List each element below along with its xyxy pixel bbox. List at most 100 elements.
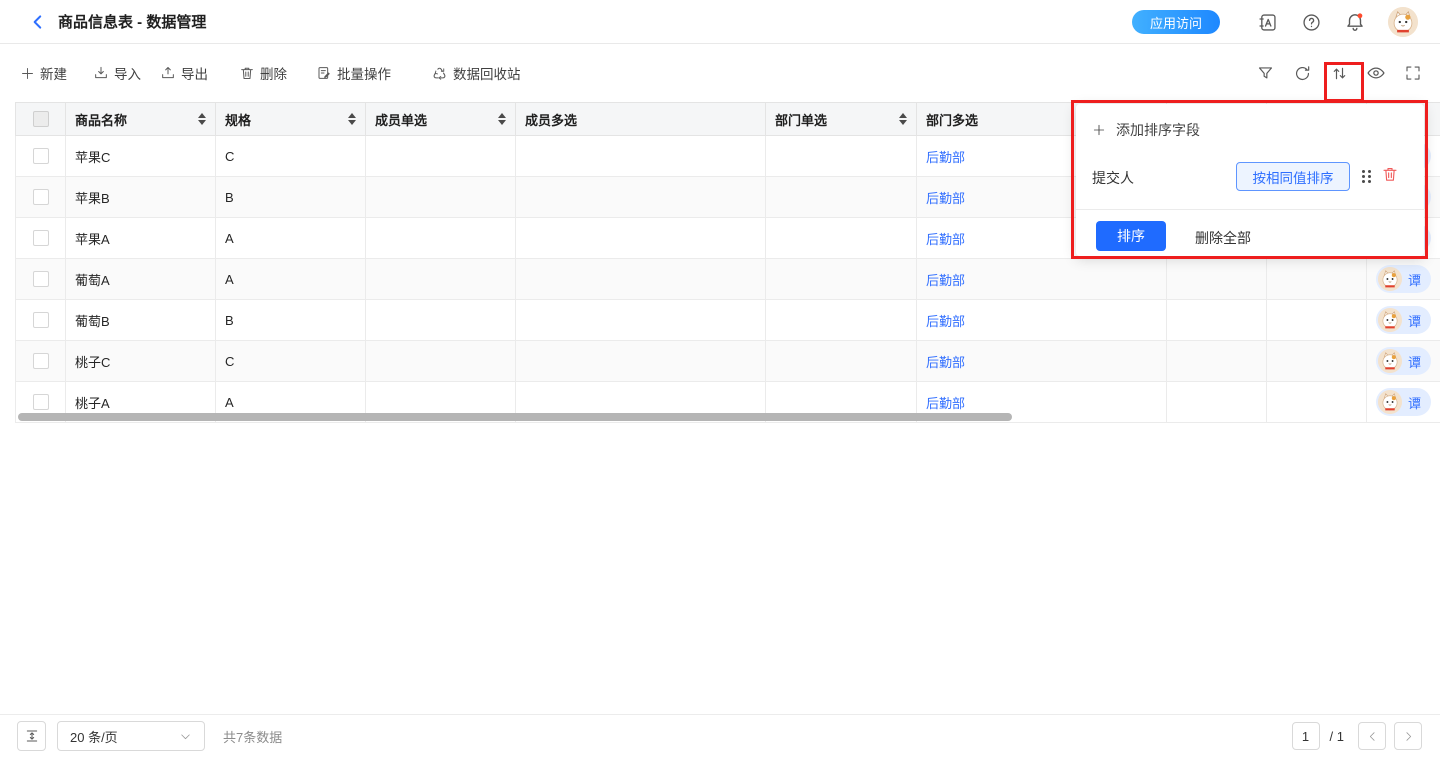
column-header-member_single[interactable]: 成员单选	[366, 103, 516, 135]
submitter-chip[interactable]: 谭	[1376, 347, 1431, 375]
dept-link[interactable]: 后勤部	[926, 147, 965, 166]
sort-caret-icon[interactable]	[899, 113, 907, 125]
cell-col8	[1167, 300, 1267, 340]
row-checkbox[interactable]	[33, 312, 49, 328]
cell-col9	[1267, 300, 1367, 340]
cell-product-name: 葡萄B	[75, 311, 110, 330]
cell-member_single	[366, 218, 516, 258]
cell-member_single	[366, 300, 516, 340]
app-access-button[interactable]: 应用访问	[1132, 10, 1220, 34]
submitter-name: 谭	[1408, 311, 1421, 330]
drag-handle-icon[interactable]	[1362, 170, 1371, 183]
chevron-left-icon	[1366, 730, 1379, 743]
remove-sort-field-button[interactable]	[1381, 165, 1401, 185]
dept-link[interactable]: 后勤部	[926, 270, 965, 289]
recycle-bin-button[interactable]: 数据回收站	[431, 63, 521, 83]
next-page-button[interactable]	[1394, 722, 1422, 750]
visibility-button[interactable]	[1366, 63, 1386, 83]
row-checkbox[interactable]	[33, 353, 49, 369]
cell-checkbox	[16, 259, 66, 299]
row-height-icon	[24, 728, 40, 744]
cell-spec: A	[216, 218, 366, 258]
batch-ops-button[interactable]: 批量操作	[316, 63, 391, 83]
contacts-icon[interactable]	[1256, 11, 1278, 33]
sort-button[interactable]	[1329, 63, 1349, 83]
app-screen: 商品信息表 - 数据管理 应用访问 新建 导入	[0, 0, 1440, 757]
same-value-sort-button[interactable]: 按相同值排序	[1236, 162, 1350, 191]
page-number-input[interactable]	[1292, 722, 1320, 750]
column-header-name[interactable]: 商品名称	[66, 103, 216, 135]
filter-icon	[1256, 64, 1275, 83]
table-row[interactable]: 葡萄AA后勤部谭	[15, 259, 1440, 300]
cell-checkbox	[16, 341, 66, 381]
cell-dept_single	[766, 177, 917, 217]
refresh-button[interactable]	[1292, 63, 1312, 83]
cell-dept_single	[766, 300, 917, 340]
sort-caret-icon[interactable]	[498, 113, 506, 125]
apply-sort-button[interactable]: 排序	[1096, 221, 1166, 251]
trash-icon	[1381, 165, 1399, 183]
import-button[interactable]: 导入	[93, 63, 141, 83]
submitter-chip[interactable]: 谭	[1376, 388, 1431, 416]
cell-dept_multi: 后勤部	[917, 300, 1167, 340]
select-all-checkbox[interactable]	[33, 111, 49, 127]
topbar-right: 应用访问	[1132, 0, 1418, 44]
table-row[interactable]: 桃子CC后勤部谭	[15, 341, 1440, 382]
page-size-select[interactable]: 20 条/页	[57, 721, 205, 751]
row-height-button[interactable]	[17, 721, 46, 751]
add-sort-field-button[interactable]: 添加排序字段	[1092, 120, 1200, 140]
cell-member_single	[366, 341, 516, 381]
sort-caret-icon[interactable]	[198, 113, 206, 125]
cell-name: 苹果C	[66, 136, 216, 176]
sort-popup: 添加排序字段 提交人 按相同值排序 排序 删除全部	[1076, 104, 1424, 256]
cell-dept_single	[766, 136, 917, 176]
row-checkbox[interactable]	[33, 148, 49, 164]
row-checkbox[interactable]	[33, 271, 49, 287]
row-checkbox[interactable]	[33, 230, 49, 246]
submitter-chip[interactable]: 谭	[1376, 265, 1431, 293]
table-row[interactable]: 葡萄BB后勤部谭	[15, 300, 1440, 341]
cell-member_multi	[516, 341, 766, 381]
sort-icon	[1330, 64, 1349, 83]
plus-icon	[20, 66, 35, 81]
cell-member_multi	[516, 136, 766, 176]
sort-caret-icon[interactable]	[348, 113, 356, 125]
column-header-spec[interactable]: 规格	[216, 103, 366, 135]
dept-link[interactable]: 后勤部	[926, 352, 965, 371]
column-label: 成员单选	[375, 110, 427, 129]
delete-button[interactable]: 删除	[239, 63, 287, 83]
back-button[interactable]	[28, 12, 48, 32]
import-icon	[93, 65, 109, 81]
row-checkbox[interactable]	[33, 394, 49, 410]
notifications-icon[interactable]	[1344, 11, 1366, 33]
column-header-dept_single[interactable]: 部门单选	[766, 103, 917, 135]
cell-dept_multi: 后勤部	[917, 341, 1167, 381]
help-icon[interactable]	[1300, 11, 1322, 33]
column-label: 商品名称	[75, 110, 127, 129]
user-avatar[interactable]	[1388, 7, 1418, 37]
filter-button[interactable]	[1255, 63, 1275, 83]
dept-link[interactable]: 后勤部	[926, 229, 965, 248]
cell-checkbox	[16, 300, 66, 340]
toolbar: 新建 导入 导出 删除 批量操作 数据回收站	[0, 44, 1440, 102]
dept-link[interactable]: 后勤部	[926, 393, 965, 412]
cell-name: 苹果A	[66, 218, 216, 258]
submitter-avatar	[1378, 267, 1402, 291]
delete-all-button[interactable]: 删除全部	[1195, 228, 1251, 248]
new-button[interactable]: 新建	[20, 63, 67, 83]
dept-link[interactable]: 后勤部	[926, 188, 965, 207]
recycle-icon	[431, 65, 448, 82]
cell-name: 苹果B	[66, 177, 216, 217]
submitter-chip[interactable]: 谭	[1376, 306, 1431, 334]
prev-page-button[interactable]	[1358, 722, 1386, 750]
export-button[interactable]: 导出	[160, 63, 208, 83]
page-total-text: / 1	[1330, 729, 1344, 744]
cell-spec: A	[225, 231, 234, 246]
cell-col9	[1267, 382, 1367, 422]
dept-link[interactable]: 后勤部	[926, 311, 965, 330]
cell-product-name: 桃子A	[75, 393, 110, 412]
fullscreen-button[interactable]	[1403, 63, 1423, 83]
row-checkbox[interactable]	[33, 189, 49, 205]
cell-checkbox	[16, 136, 66, 176]
horizontal-scrollbar[interactable]	[18, 413, 1012, 421]
